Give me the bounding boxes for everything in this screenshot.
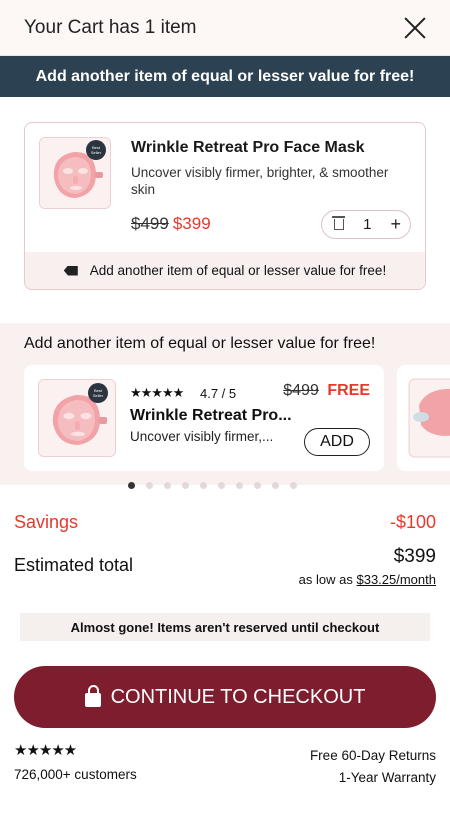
tag-icon (63, 265, 78, 276)
stock-notice: Almost gone! Items aren't reserved until… (20, 613, 430, 641)
warranty-text: 1-Year Warranty (338, 770, 436, 785)
rating-stars: ★★★★★ (130, 385, 184, 400)
original-price: $499 (131, 214, 169, 233)
carousel-dot[interactable] (218, 482, 225, 489)
sale-price: $399 (172, 214, 211, 233)
total-label: Estimated total (14, 555, 134, 575)
financing-prefix: as low as (298, 572, 357, 587)
quantity-stepper: 1 + (321, 210, 411, 239)
upsell-original-price: $499 (283, 382, 319, 399)
upsell-section: Add another item of equal or lesser valu… (0, 323, 450, 489)
next-product-image (408, 378, 450, 458)
upsell-product-description: Uncover visibly firmer,... (130, 429, 274, 444)
upsell-price: $499 FREE (283, 382, 370, 400)
financing-link[interactable]: $33.25/month (356, 572, 436, 587)
cart-title: Your Cart has 1 item (24, 16, 197, 38)
carousel-dot[interactable] (236, 482, 243, 489)
rating-value: 4.7 / 5 (200, 386, 237, 401)
face-mask-image: Best Seller (39, 380, 115, 456)
free-item-notice-text: Add another item of equal or lesser valu… (89, 263, 387, 278)
price-row: $499 $399 (131, 214, 211, 234)
promo-banner-text: Add another item of equal or lesser valu… (35, 67, 415, 85)
carousel-dot[interactable] (146, 482, 153, 489)
trust-rating: ★★★★★ 726,000+ customers (14, 741, 137, 782)
stock-notice-text: Almost gone! Items aren't reserved until… (70, 619, 380, 635)
face-mask-image: Best Seller (40, 138, 110, 208)
upsell-card: Best Seller ★★★★★ 4.7 / 5 $499 FREE Wrin… (24, 365, 384, 471)
total-right: $399 as low as $33.25/month (299, 546, 436, 587)
trust-stars: ★★★★★ (14, 742, 77, 759)
carousel-dot[interactable] (254, 482, 261, 489)
returns-text: Free 60-Day Returns (309, 748, 436, 763)
add-button[interactable]: ADD (304, 428, 370, 456)
lock-icon (84, 685, 101, 707)
product-description: Uncover visibly firmer, brighter, & smoo… (131, 165, 389, 197)
total-row: Estimated total $399 as low as $33.25/mo… (14, 546, 436, 587)
carousel-dot[interactable] (272, 482, 279, 489)
upsell-free-label: FREE (327, 382, 370, 399)
trust-guarantees: Free 60-Day Returns 1-Year Warranty (310, 745, 436, 789)
savings-value: -$100 (389, 512, 436, 532)
carousel-dots (128, 482, 297, 489)
financing-text: as low as $33.25/month (299, 572, 436, 587)
checkout-label: CONTINUE TO CHECKOUT (110, 685, 366, 708)
carousel-dot[interactable] (164, 482, 171, 489)
trash-icon[interactable] (332, 216, 345, 230)
carousel-dot[interactable] (200, 482, 207, 489)
free-item-notice: Add another item of equal or lesser valu… (25, 252, 425, 289)
total-value: $399 (393, 546, 436, 567)
carousel-dot[interactable] (128, 482, 135, 489)
upsell-title: Add another item of equal or lesser valu… (24, 335, 376, 352)
cart-item-card: Best Seller Wrinkle Retreat Pro Face Mas… (24, 122, 426, 290)
upsell-card-next[interactable] (397, 365, 450, 471)
customer-count: 726,000+ customers (14, 767, 137, 782)
close-icon[interactable] (402, 15, 428, 41)
carousel-dot[interactable] (182, 482, 189, 489)
plus-icon[interactable]: + (390, 214, 401, 235)
quantity-value: 1 (363, 216, 372, 233)
checkout-button[interactable]: CONTINUE TO CHECKOUT (14, 666, 436, 728)
savings-label: Savings (14, 512, 79, 532)
upsell-product-name[interactable]: Wrinkle Retreat Pro... (130, 407, 292, 425)
upsell-badge-line2: Seller (93, 393, 104, 398)
cart-header: Your Cart has 1 item (0, 0, 450, 56)
carousel-dot[interactable] (290, 482, 297, 489)
product-name[interactable]: Wrinkle Retreat Pro Face Mask (131, 139, 365, 157)
best-seller-badge-line2: Seller (91, 150, 102, 155)
savings-row: Savings -$100 (14, 512, 436, 533)
promo-banner: Add another item of equal or lesser valu… (0, 56, 450, 97)
upsell-product-image[interactable]: Best Seller (38, 379, 116, 457)
product-image[interactable]: Best Seller (39, 137, 111, 209)
